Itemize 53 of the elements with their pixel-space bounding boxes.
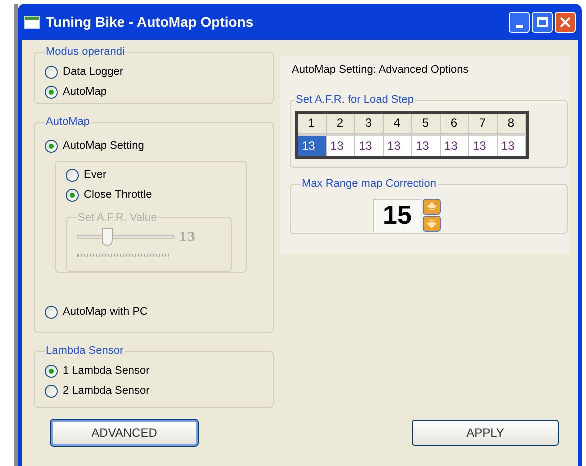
grid-cell[interactable]: 13 [498,136,526,156]
grid-cell[interactable]: 13 [440,136,469,156]
radio-label: AutoMap Setting [63,139,144,154]
group-title: Set A.F.R. Value [77,210,158,226]
grid-cell[interactable]: 13 [469,136,498,156]
radio-label: Close Throttle [84,188,152,204]
maximize-button[interactable] [532,12,553,32]
column-header: 5 [412,114,440,134]
grid-cell[interactable]: 13 [412,136,440,156]
number-display: 15 [373,198,421,232]
column-header: 1 [298,114,326,134]
column-header: 2 [326,114,355,134]
radio-button[interactable] [45,66,58,79]
close-icon [560,16,571,28]
radio-button[interactable] [45,365,58,378]
column-header: 3 [355,114,384,134]
radio-button[interactable] [45,385,58,398]
window-title: Tuning Bike - AutoMap Options [46,12,255,32]
advanced-button[interactable]: ADVANCED [51,420,198,446]
radio-label: Data Logger [63,65,124,80]
grid-cell[interactable]: 13 [355,136,384,156]
column-header: 6 [440,114,469,134]
app-icon [24,16,40,28]
radio-label: 1 Lambda Sensor [63,364,150,380]
radio-label: AutoMap [63,85,108,100]
column-header: 8 [498,114,526,134]
radio-button[interactable] [45,140,58,153]
grid-cell[interactable]: 13 [326,136,355,156]
group-title: Modus operandi [45,45,126,60]
arrow-up-icon [427,202,437,212]
radio-button[interactable] [45,306,58,319]
column-header: 7 [469,114,498,134]
arrow-down-icon [427,218,437,228]
spin-up-button[interactable] [423,198,441,214]
spin-down-button[interactable] [423,216,441,232]
grid-cell[interactable]: 13 [298,136,326,156]
radio-button[interactable] [66,189,79,202]
grid-cell[interactable]: 13 [384,136,412,156]
radio-label: AutoMap with PC [63,305,148,320]
group-title: Max Range map Correction [301,177,438,192]
group-title: Lambda Sensor [45,344,125,359]
radio-button[interactable] [45,86,58,99]
radio-label: 2 Lambda Sensor [63,384,150,400]
minimize-button[interactable] [509,12,530,32]
radio-label: Ever [84,168,107,184]
radio-button[interactable] [66,169,79,182]
panel-heading: AutoMap Setting: Advanced Options [292,63,470,76]
slider-value: 13 [179,229,196,246]
close-button[interactable] [555,12,576,32]
group-title: Set A.F.R. for Load Step [295,93,416,108]
column-header: 4 [384,114,412,134]
apply-button[interactable]: APPLY [412,420,559,446]
group-title: AutoMap [45,115,92,130]
